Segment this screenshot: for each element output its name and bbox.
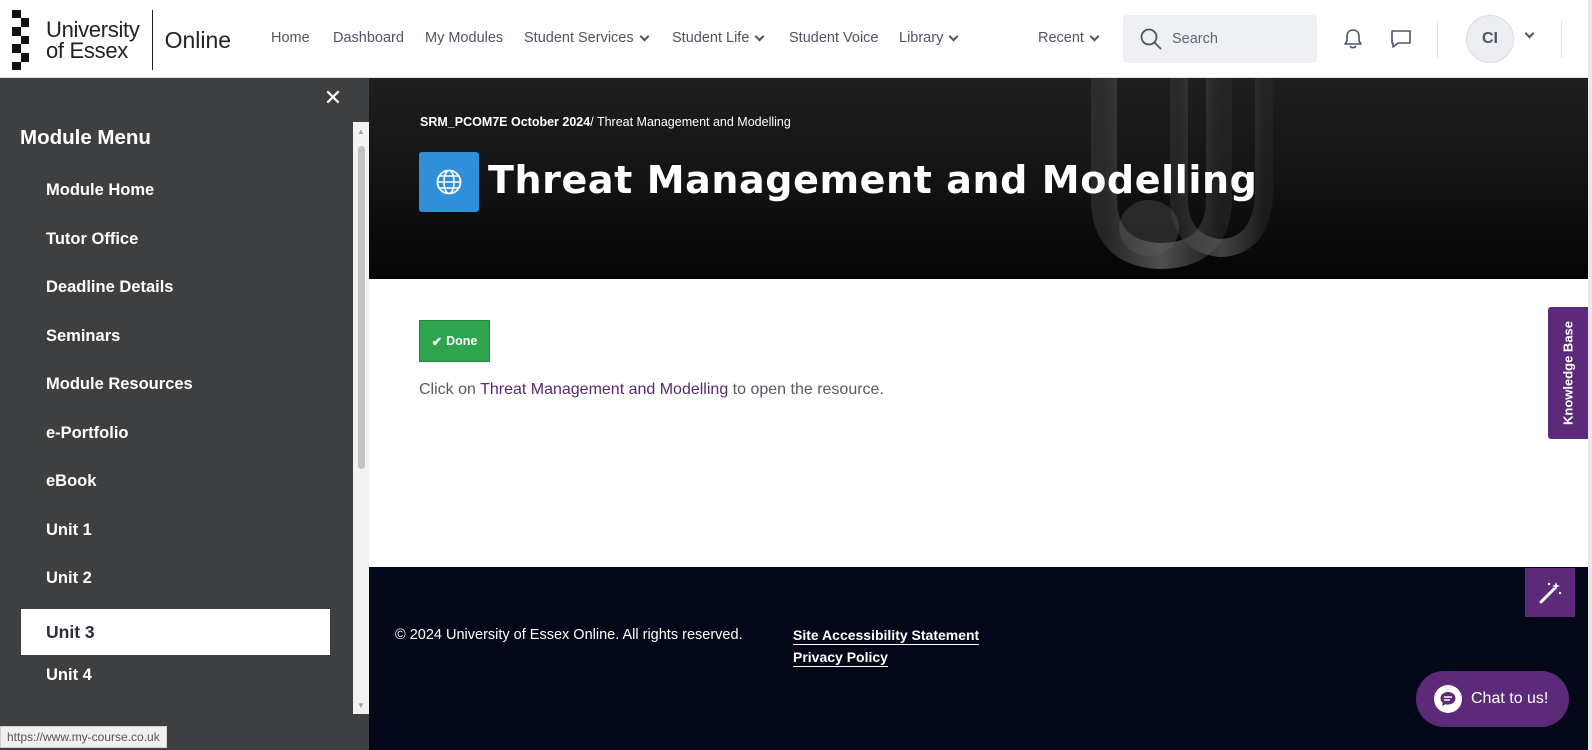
bell-icon xyxy=(1344,29,1362,49)
chevron-down-icon xyxy=(948,31,959,41)
sidebar-item-unit-1[interactable]: Unit 1 xyxy=(21,507,330,553)
sidebar-item-ebook[interactable]: eBook xyxy=(21,458,330,504)
chat-button-label: Chat to us! xyxy=(1471,690,1549,707)
sidebar-item-unit-4[interactable]: Unit 4 xyxy=(21,652,330,698)
sidebar-item-unit-3[interactable]: Unit 3 xyxy=(21,609,330,655)
nav-library[interactable]: Library xyxy=(899,30,959,46)
nav-dashboard[interactable]: Dashboard xyxy=(333,30,404,46)
chat-bubble-icon xyxy=(1434,685,1462,713)
nav-home[interactable]: Home xyxy=(271,30,310,46)
checkmark-icon: ✔ xyxy=(431,334,443,349)
search-box[interactable] xyxy=(1123,15,1317,63)
message-icon xyxy=(1391,30,1411,48)
sidebar-scrollbar-thumb[interactable] xyxy=(358,146,365,469)
sidebar-item-tutor-office[interactable]: Tutor Office xyxy=(21,216,330,262)
breadcrumb-course-link[interactable]: SRM_PCOM7E October 2024 xyxy=(420,115,590,129)
breadcrumb-current: Threat Management and Modelling xyxy=(596,115,791,129)
magic-wand-icon xyxy=(1539,581,1562,603)
sidebar-item-unit-2[interactable]: Unit 2 xyxy=(21,555,330,601)
nav-student-voice[interactable]: Student Voice xyxy=(789,30,879,46)
navbar-divider xyxy=(1561,20,1562,58)
top-navbar: University of Essex Online Home Dashboar… xyxy=(0,0,1592,78)
chevron-down-icon xyxy=(754,31,765,41)
navbar-divider xyxy=(1437,20,1438,58)
scroll-up-icon[interactable]: ▲ xyxy=(357,128,365,136)
breadcrumb: SRM_PCOM7E October 2024/ Threat Manageme… xyxy=(420,115,791,129)
module-sidebar: ✕ Module Menu Module Home Tutor Office D… xyxy=(0,78,369,750)
logo-divider xyxy=(151,10,153,70)
breadcrumb-separator: / xyxy=(590,115,594,129)
page-title: Threat Management and Modelling xyxy=(488,158,1258,202)
messages-button[interactable] xyxy=(1388,26,1414,52)
page-footer: © 2024 University of Essex Online. All r… xyxy=(369,567,1588,750)
sidebar-item-seminars[interactable]: Seminars xyxy=(21,313,330,359)
status-bar-url: https://www.my-course.co.uk xyxy=(0,726,167,748)
privacy-policy-link[interactable]: Privacy Policy xyxy=(793,649,888,667)
nav-recent[interactable]: Recent xyxy=(1038,30,1100,46)
search-icon xyxy=(1140,28,1162,50)
resource-instruction: Click on Threat Management and Modelling… xyxy=(419,381,884,398)
nav-student-services[interactable]: Student Services xyxy=(524,30,650,46)
sidebar-item-e-portfolio[interactable]: e-Portfolio xyxy=(21,410,330,456)
module-banner: SRM_PCOM7E October 2024/ Threat Manageme… xyxy=(369,78,1588,279)
accessibility-tools-button[interactable] xyxy=(1525,568,1575,617)
copyright-text: © 2024 University of Essex Online. All r… xyxy=(395,627,743,643)
done-button[interactable]: ✔ Done xyxy=(419,320,490,362)
logo-checker-icon xyxy=(12,9,38,71)
knowledge-base-tab[interactable]: Knowledge Base xyxy=(1548,307,1588,439)
resource-link[interactable]: Threat Management and Modelling xyxy=(480,381,728,398)
notifications-button[interactable] xyxy=(1340,26,1366,52)
chevron-down-icon xyxy=(639,31,650,41)
sidebar-item-deadline-details[interactable]: Deadline Details xyxy=(21,264,330,310)
chat-button[interactable]: Chat to us! xyxy=(1416,671,1569,727)
nav-student-life[interactable]: Student Life xyxy=(672,30,765,46)
logo-wordmark: University of Essex xyxy=(46,17,140,63)
page-scrollbar[interactable] xyxy=(1588,0,1592,750)
university-logo[interactable]: University of Essex Online xyxy=(12,9,231,71)
user-menu-chevron-icon[interactable] xyxy=(1524,28,1535,39)
resource-type-badge xyxy=(419,152,479,212)
accessibility-statement-link[interactable]: Site Accessibility Statement xyxy=(793,627,980,645)
module-menu-title: Module Menu xyxy=(20,126,151,149)
sidebar-item-module-home[interactable]: Module Home xyxy=(21,167,330,213)
sidebar-item-module-resources[interactable]: Module Resources xyxy=(21,361,330,407)
scroll-down-icon[interactable]: ▼ xyxy=(357,702,365,710)
user-avatar[interactable]: CI xyxy=(1466,15,1514,63)
globe-icon xyxy=(436,169,462,195)
chevron-down-icon xyxy=(1089,31,1100,41)
search-input[interactable] xyxy=(1172,31,1302,47)
close-icon[interactable]: ✕ xyxy=(323,87,343,109)
nav-my-modules[interactable]: My Modules xyxy=(425,30,503,46)
logo-online-label: Online xyxy=(164,26,232,53)
